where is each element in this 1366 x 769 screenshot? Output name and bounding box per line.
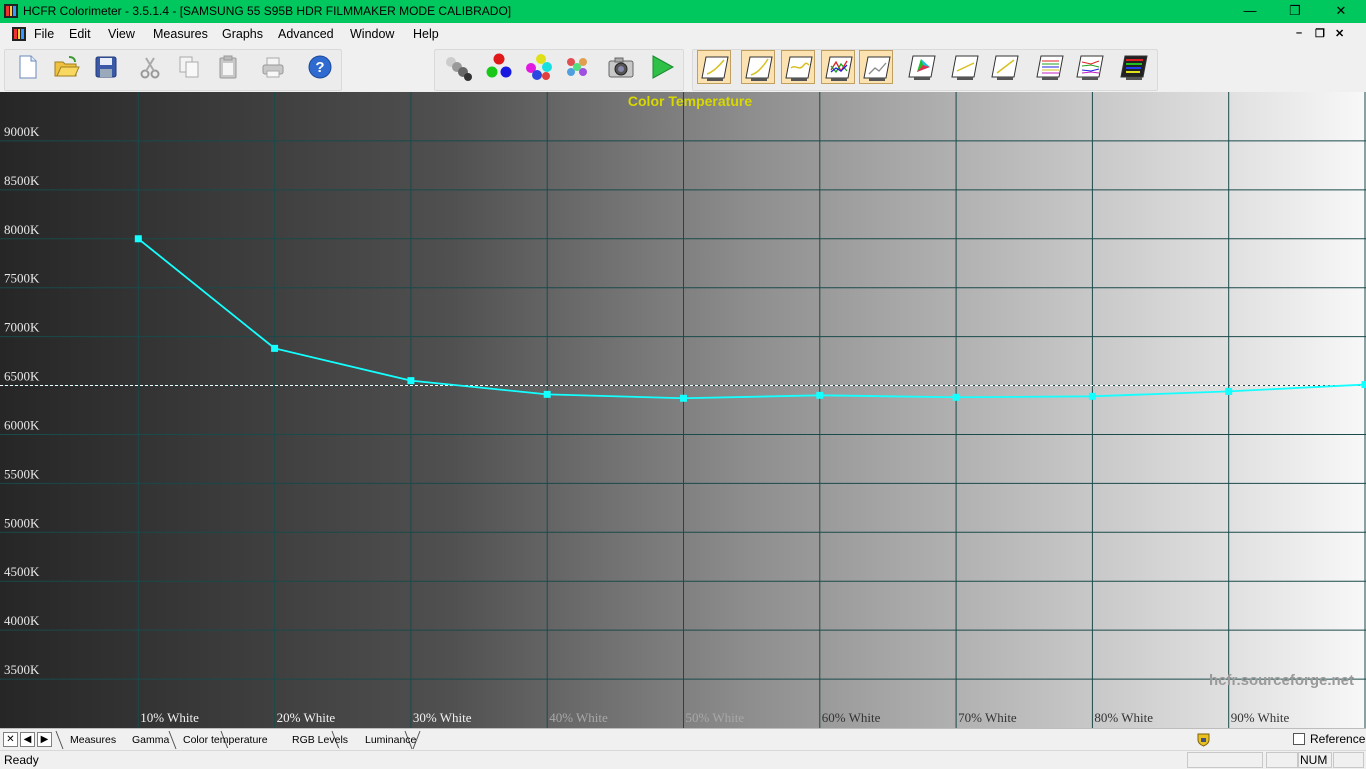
chart-title: Color Temperature	[628, 93, 752, 109]
primaries-measure-icon[interactable]	[481, 50, 515, 84]
close-button[interactable]: ✕	[1318, 0, 1364, 23]
graph-luminance-icon[interactable]	[697, 50, 731, 84]
saturation-measure-icon[interactable]	[560, 50, 594, 84]
y-tick-label: 5500K	[4, 466, 40, 481]
x-category-label: 70% White	[958, 710, 1017, 725]
camera-icon[interactable]	[604, 50, 638, 84]
mdi-minimize-button[interactable]: –	[1296, 27, 1302, 39]
x-category-label: 60% White	[822, 710, 881, 725]
status-pane-1	[1187, 752, 1263, 768]
data-point	[1089, 393, 1096, 400]
x-category-label: 40% White	[549, 710, 608, 725]
data-point	[135, 235, 142, 242]
x-category-label: 30% White	[413, 710, 472, 725]
graph-rgb-levels-icon[interactable]	[821, 50, 855, 84]
y-tick-label: 8500K	[4, 173, 40, 188]
hcfr-app-icon	[4, 4, 18, 18]
tab-luminance[interactable]: Luminance	[365, 731, 416, 749]
tab-gamma[interactable]: Gamma	[132, 731, 169, 749]
y-tick-label: 7000K	[4, 320, 40, 335]
graph-color-temperature-icon[interactable]	[781, 50, 815, 84]
paste-icon[interactable]	[211, 50, 245, 84]
maximize-button[interactable]: ❐	[1272, 0, 1318, 23]
menu-graphs[interactable]: Graphs	[222, 27, 263, 41]
graph-multiline2-icon[interactable]	[1073, 50, 1107, 84]
menu-file[interactable]: File	[34, 27, 54, 41]
data-point	[544, 391, 551, 398]
graph-gamma-icon[interactable]	[741, 50, 775, 84]
data-point	[1225, 388, 1232, 395]
graph-colorbars-icon[interactable]	[1117, 50, 1151, 84]
y-tick-label: 4000K	[4, 613, 40, 628]
cut-scissors-icon[interactable]	[133, 50, 167, 84]
copy-icon[interactable]	[172, 50, 206, 84]
y-tick-label: 6000K	[4, 417, 40, 432]
menu-advanced[interactable]: Advanced	[278, 27, 334, 41]
minimize-button[interactable]: —	[1227, 0, 1273, 23]
color-temperature-chart: 9000K 8500K 8000K 7500K 7000K 6500K 6000K 5500K…	[0, 92, 1366, 728]
scroll-left-button[interactable]: ◀	[20, 732, 35, 747]
tab-rgb-levels[interactable]: RGB Levels	[292, 731, 348, 749]
close-tab-button[interactable]: ✕	[3, 732, 18, 747]
tab-strip: ✕ ◀ ▶ Measures Gamma Color temperature R…	[0, 728, 1366, 751]
status-pane-2	[1266, 752, 1298, 768]
window-title: HCFR Colorimeter - 3.5.1.4 - [SAMSUNG 55…	[23, 4, 511, 18]
grayscale-measure-icon[interactable]	[441, 50, 475, 84]
cie-chart-icon[interactable]	[905, 50, 939, 84]
menu-measures[interactable]: Measures	[153, 27, 208, 41]
toolbar: ?	[0, 46, 1366, 93]
data-point	[816, 392, 823, 399]
mdi-restore-button[interactable]: ❐	[1315, 27, 1325, 40]
status-bar: Ready NUM	[0, 750, 1366, 769]
x-category-label: 80% White	[1094, 710, 1153, 725]
title-bar: HCFR Colorimeter - 3.5.1.4 - [SAMSUNG 55…	[0, 0, 1366, 23]
data-point	[271, 345, 278, 352]
graph-cie-icon[interactable]	[859, 50, 893, 84]
y-tick-label: 9000K	[4, 124, 40, 139]
y-tick-label: 6500K	[4, 369, 40, 384]
play-continuous-icon[interactable]	[645, 50, 679, 84]
document-icon[interactable]	[12, 27, 26, 41]
num-lock-indicator: NUM	[1298, 752, 1332, 768]
y-tick-label: 7500K	[4, 271, 40, 286]
shield-icon	[1196, 732, 1211, 747]
mdi-close-button[interactable]: ✕	[1335, 27, 1344, 40]
tab-color-temperature[interactable]: Color temperature	[183, 731, 268, 749]
secondaries-measure-icon[interactable]	[521, 50, 555, 84]
watermark: hcfr.sourceforge.net	[1209, 672, 1354, 689]
menu-view[interactable]: View	[108, 27, 135, 41]
new-document-icon[interactable]	[10, 50, 44, 84]
scroll-right-button[interactable]: ▶	[37, 732, 52, 747]
y-tick-label: 8000K	[4, 222, 40, 237]
x-category-label: 10% White	[140, 710, 199, 725]
open-folder-icon[interactable]	[49, 50, 83, 84]
graph-yellow2-icon[interactable]	[988, 50, 1022, 84]
reference-checkbox[interactable]	[1293, 733, 1305, 745]
x-category-label: 90% White	[1231, 710, 1290, 725]
menu-window[interactable]: Window	[350, 27, 394, 41]
print-icon[interactable]	[256, 50, 290, 84]
y-tick-label: 3500K	[4, 662, 40, 677]
status-text: Ready	[4, 753, 39, 767]
menu-edit[interactable]: Edit	[69, 27, 91, 41]
data-point	[1362, 381, 1366, 388]
data-point	[680, 395, 687, 402]
tab-measures[interactable]: Measures	[70, 731, 116, 749]
status-pane-4	[1333, 752, 1364, 768]
save-disk-icon[interactable]	[89, 50, 123, 84]
reference-label: Reference	[1310, 732, 1365, 746]
svg-text:?: ?	[315, 59, 324, 76]
menu-help[interactable]: Help	[413, 27, 439, 41]
y-tick-label: 4500K	[4, 564, 40, 579]
help-icon[interactable]: ?	[303, 50, 337, 84]
x-category-label: 50% White	[686, 710, 745, 725]
menu-bar: File Edit View Measures Graphs Advanced …	[0, 23, 1366, 46]
graph-yellow-icon[interactable]	[948, 50, 982, 84]
data-point	[953, 394, 960, 401]
graph-multiline-icon[interactable]	[1033, 50, 1067, 84]
x-axis: 10% White 20% White 30% White 40% White 50% …	[140, 710, 1289, 725]
data-point	[407, 377, 414, 384]
x-category-label: 20% White	[277, 710, 336, 725]
y-tick-label: 5000K	[4, 515, 40, 530]
